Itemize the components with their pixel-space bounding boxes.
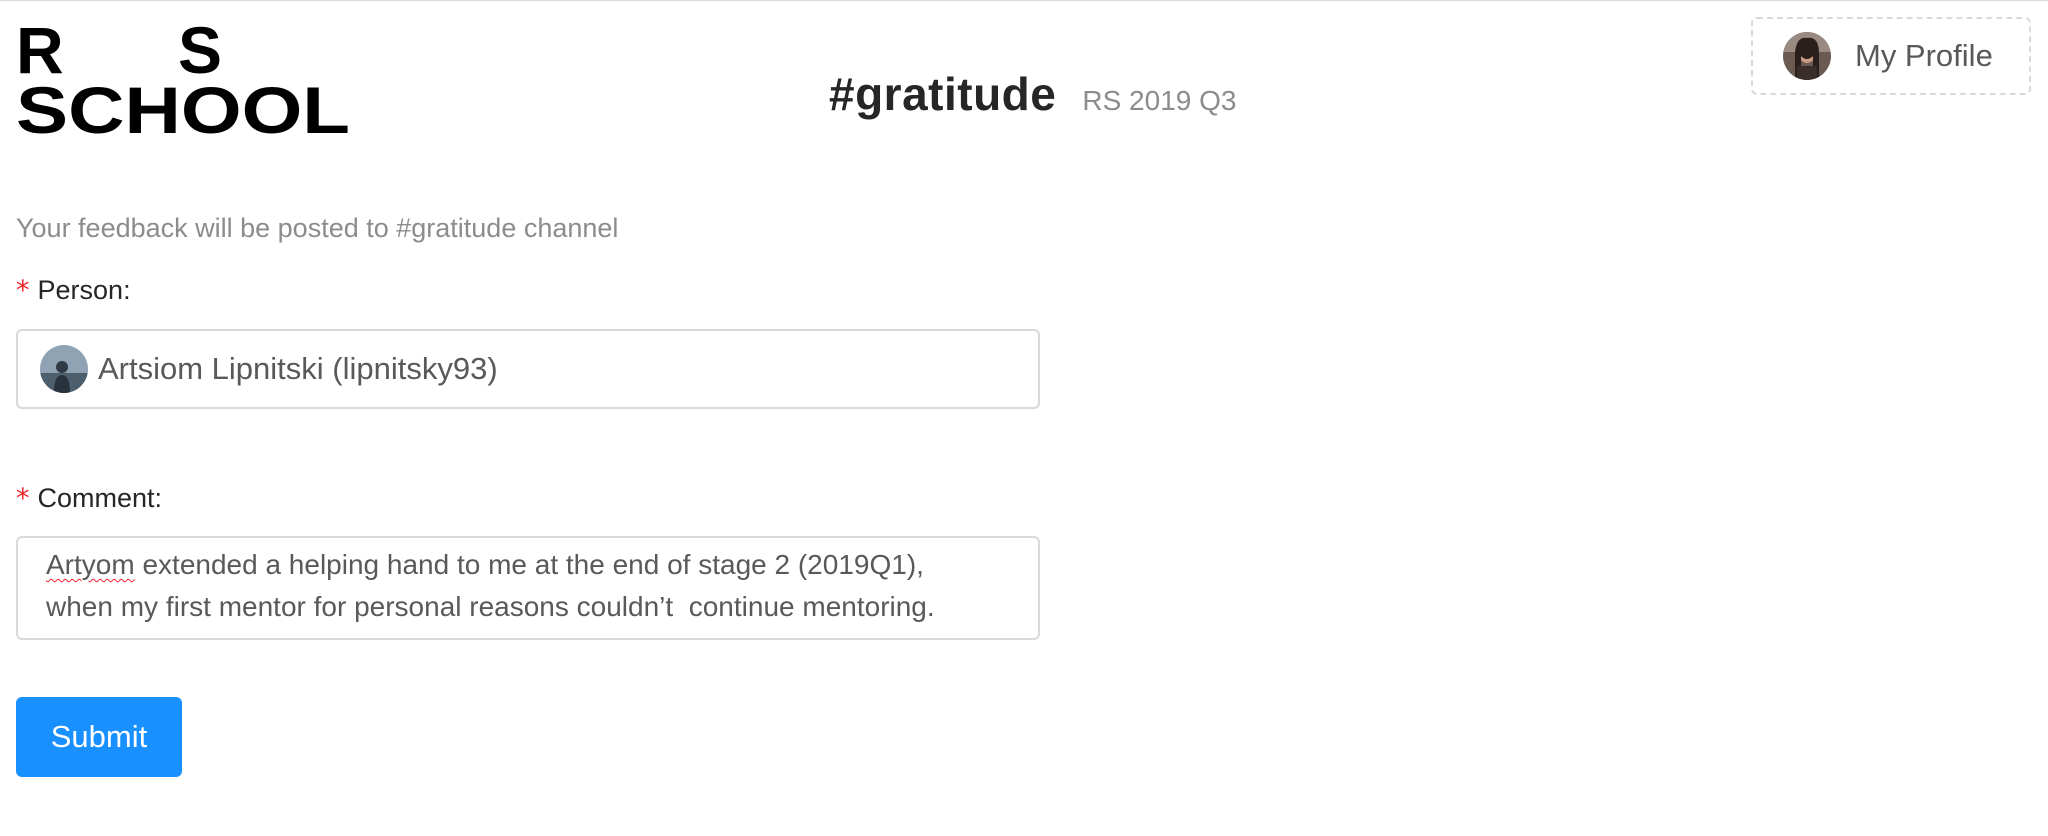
comment-textarea[interactable]: Artyom extended a helping hand to me at …	[16, 536, 1040, 640]
gratitude-page: R S SCHOOL #gratitude RS 2019 Q3 My Prof…	[0, 0, 2048, 836]
my-profile-label: My Profile	[1855, 38, 1993, 73]
comment-text: Artyom extended a helping hand to me at …	[46, 544, 1016, 638]
comment-field-label: * Comment:	[16, 483, 162, 514]
feedback-notice: Your feedback will be posted to #gratitu…	[16, 213, 619, 243]
submit-button[interactable]: Submit	[16, 697, 182, 777]
required-mark: *	[16, 275, 30, 306]
person-label-text: Person	[37, 275, 124, 305]
page-heading: #gratitude RS 2019 Q3	[829, 67, 1236, 121]
page-title: #gratitude	[829, 68, 1057, 120]
comment-text-rest: extended a helping hand to me at the end…	[46, 549, 937, 638]
logo-school: SCHOOL	[16, 73, 350, 139]
user-avatar-icon	[40, 345, 88, 393]
course-name: RS 2019 Q3	[1082, 85, 1237, 116]
rs-school-logo-mark: R S SCHOOL	[16, 15, 350, 139]
person-select[interactable]: Artsiom Lipnitski (lipnitsky93)	[16, 329, 1040, 409]
comment-label-text: Comment	[37, 483, 155, 513]
person-field-label: * Person:	[16, 275, 131, 306]
my-profile-button[interactable]: My Profile	[1751, 17, 2031, 95]
rs-school-logo[interactable]: R S SCHOOL	[16, 15, 352, 139]
misspelled-word: Artyom	[46, 549, 135, 580]
person-label-colon: :	[123, 275, 131, 305]
comment-label-colon: :	[154, 483, 163, 513]
person-select-value: Artsiom Lipnitski (lipnitsky93)	[98, 351, 498, 386]
required-mark: *	[16, 483, 30, 514]
user-avatar-icon	[1783, 32, 1831, 80]
